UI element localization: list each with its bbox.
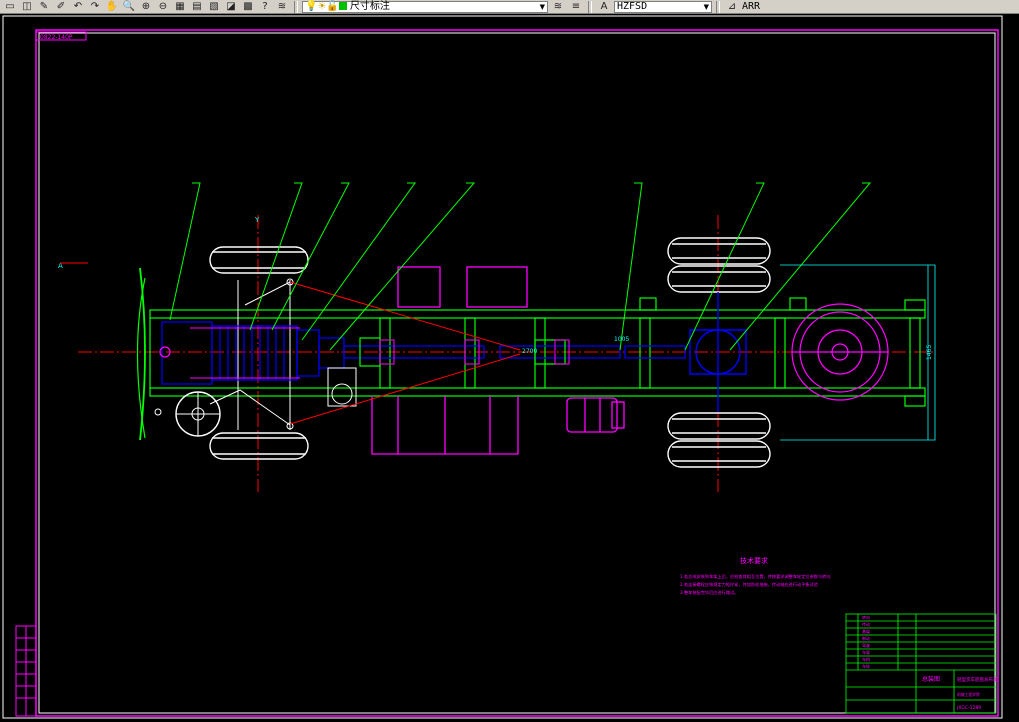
right-style-label: ARR	[742, 1, 761, 12]
title-block-row-label: 传动	[862, 621, 870, 627]
layer-state-icons: 💡☀🔓	[305, 1, 347, 13]
markup-icon[interactable]: ◪	[223, 1, 239, 13]
title-block-row-label: 车桥	[862, 656, 870, 662]
layer-states-icon[interactable]: ≡	[568, 1, 584, 13]
zoom-previous-icon[interactable]: ⊖	[155, 1, 171, 13]
chevron-down-icon: ▼	[703, 2, 709, 11]
engine-assembly	[159, 321, 345, 385]
brush-icon[interactable]: ✐	[53, 1, 69, 13]
cad-toolbar: ▭ ◫ ✎ ✐ ↶ ↷ ✋ 🔍 ⊕ ⊖ ▦ ▤ ▧ ◪ ▩? ≋ 💡☀🔓 尺寸标注 ▼ ≋ ≡ A HZFSD…	[0, 0, 1019, 14]
notes-line-3: 3.整车装配完毕后应进行路试。	[680, 589, 738, 596]
text-style-name: HZFSD	[617, 0, 648, 12]
toolbar-buttons: ▭ ◫ ✎ ✐ ↶ ↷ ✋ 🔍 ⊕ ⊖ ▦ ▤ ▧ ◪ ▩? ≋	[2, 1, 290, 13]
battery-box	[327, 367, 357, 407]
toolbar-separator	[588, 0, 592, 13]
pan-hand-icon[interactable]: ✋	[104, 1, 120, 13]
sheet-outer-border	[2, 15, 1003, 719]
layer-dropdown[interactable]: 💡☀🔓 尺寸标注 ▼	[302, 0, 548, 13]
wheelbase-dim: 2700	[522, 348, 537, 355]
drawing-tag: 0822-140P	[40, 34, 73, 41]
dim-style-icon[interactable]: ⊿	[724, 1, 740, 13]
layer-previous-icon[interactable]: ≋	[550, 1, 566, 13]
steering-wheel	[154, 389, 291, 437]
open-icon[interactable]: ▭	[2, 1, 18, 13]
red-layout-lines	[289, 281, 521, 425]
text-style-icon[interactable]: A	[596, 1, 612, 13]
title-block-row-label: 制动	[862, 635, 870, 641]
sheet-frame-white	[38, 32, 996, 714]
title-block-rows: 转向传动悬架制动驾驶车架车桥车轮	[862, 614, 870, 669]
title-design: 轻型货车底盘总布置	[957, 676, 998, 683]
calculator-icon[interactable]: ▩	[240, 1, 256, 13]
title-block-row-label: 转向	[862, 614, 870, 620]
chevron-down-icon: ▼	[539, 2, 545, 11]
layer-manager-icon[interactable]: ≋	[274, 1, 290, 13]
notes-heading: 技术要求	[740, 556, 768, 565]
notes-line-2: 2.各连接螺栓应按规定力矩拧紧，并加防松措施，传动轴应进行动平衡试验	[680, 581, 819, 588]
save-icon[interactable]: ◫	[19, 1, 35, 13]
zoom-window-icon[interactable]: ⊕	[138, 1, 154, 13]
title-block-row-label: 车轮	[862, 663, 870, 669]
sheet-frame-magenta	[35, 29, 999, 717]
toolbar-separator	[294, 0, 298, 13]
toolbar-separator	[716, 0, 720, 13]
help-icon[interactable]: ?	[257, 1, 273, 13]
shaft-length-dim: 1005	[614, 336, 629, 343]
zoom-realtime-icon[interactable]: 🔍	[121, 1, 137, 13]
rear-track-dim: 1465	[926, 345, 933, 360]
tool-palette-icon[interactable]: ▧	[206, 1, 222, 13]
undo-icon[interactable]: ↶	[70, 1, 86, 13]
left-stamp-column	[15, 625, 37, 717]
front-wheels	[209, 246, 309, 460]
title-drawing-number: JXGC-1289	[956, 705, 981, 711]
front-axle-mark: Y	[254, 216, 260, 224]
layer-name: 尺寸标注	[349, 0, 390, 12]
redo-icon[interactable]: ↷	[87, 1, 103, 13]
text-style-dropdown[interactable]: HZFSD ▼	[614, 0, 712, 13]
properties-icon[interactable]: ▦	[172, 1, 188, 13]
title-block-row-label: 悬架	[862, 628, 870, 634]
title-block-row-label: 车架	[862, 649, 870, 655]
title-block-row-label: 驾驶	[862, 642, 870, 648]
title-school: 机械工程学院	[957, 692, 980, 697]
drawing-canvas[interactable]: 0822-140P Y A 1465 2700 1005 技术要求 1.各总成安…	[0, 14, 1019, 722]
title-part-name: 总装图	[922, 675, 940, 683]
design-center-icon[interactable]: ▤	[189, 1, 205, 13]
notes-line-1: 1.各总成安装到车架上后，应检查其相互位置，并按要求调整车轮定位参数与转向	[680, 573, 831, 580]
pencil-icon[interactable]: ✎	[36, 1, 52, 13]
